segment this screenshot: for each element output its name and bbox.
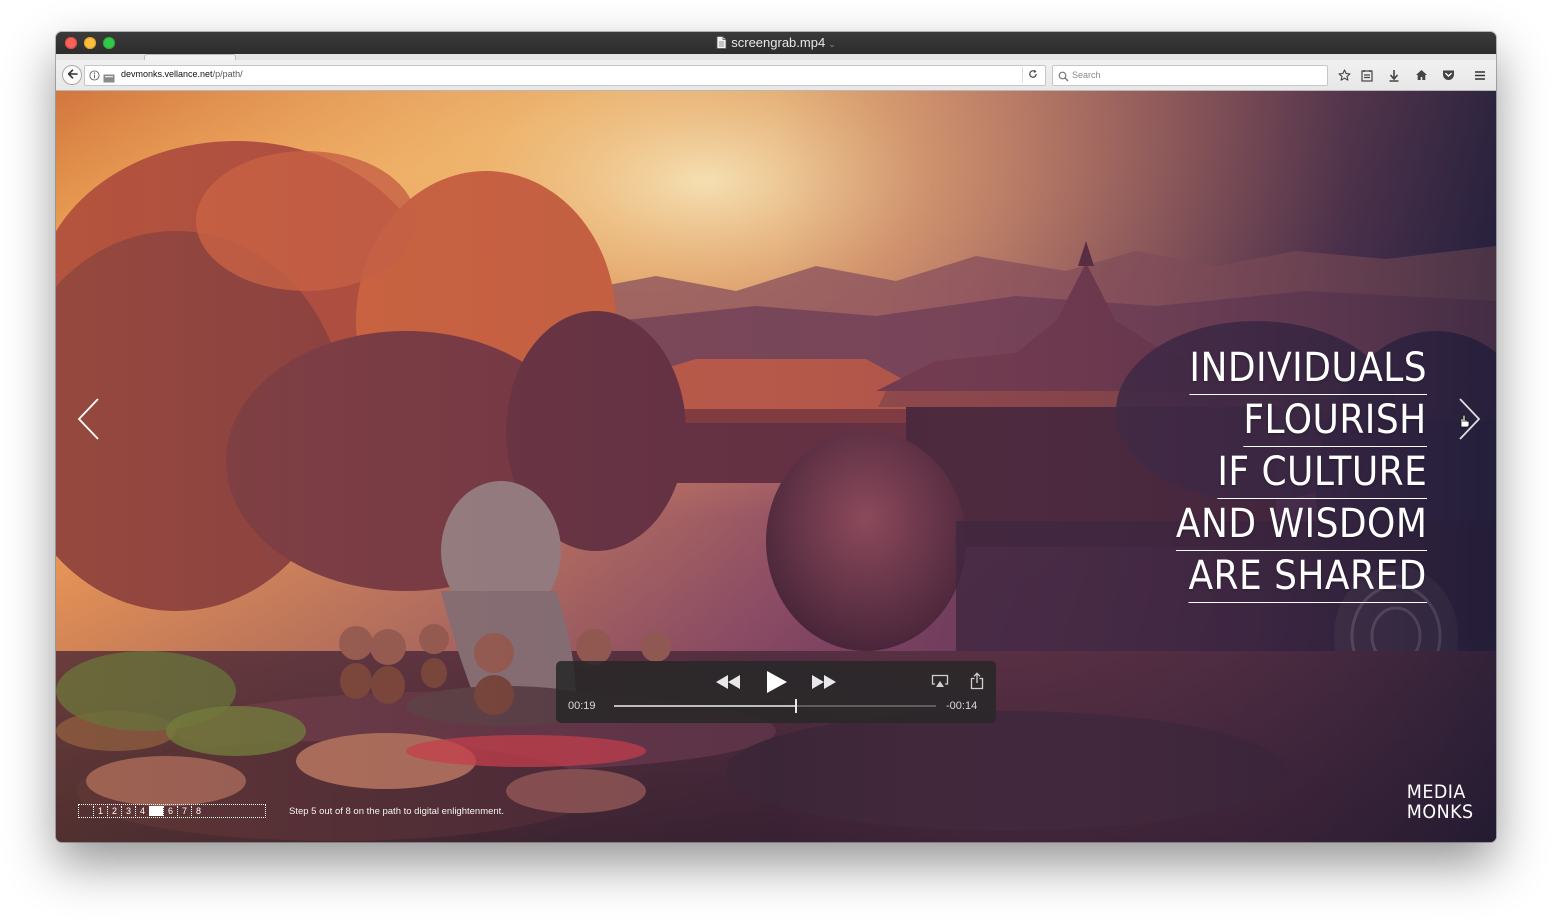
download-icon[interactable] bbox=[1386, 67, 1402, 83]
pager-item[interactable]: 7 bbox=[177, 806, 191, 816]
search-placeholder: Search bbox=[1072, 70, 1101, 80]
window-title-text: screengrab.mp4 bbox=[731, 35, 826, 50]
home-icon[interactable] bbox=[1413, 67, 1429, 83]
step-caption: Step 5 out of 8 on the path to digital e… bbox=[289, 806, 504, 817]
search-bar[interactable]: Search bbox=[1052, 65, 1328, 86]
share-button[interactable] bbox=[968, 671, 986, 695]
back-button[interactable] bbox=[62, 65, 82, 85]
menu-icon[interactable] bbox=[1472, 67, 1488, 83]
reload-button[interactable] bbox=[1022, 67, 1043, 83]
logo-line-1: MEDIA bbox=[1407, 781, 1467, 803]
url-host: devmonks.vellance.net bbox=[121, 69, 213, 79]
reload-icon bbox=[1028, 66, 1038, 84]
fast-forward-icon bbox=[811, 674, 837, 695]
headline-line: INDIVIDUALS bbox=[1189, 343, 1427, 395]
chevron-down-icon[interactable]: ⌄ bbox=[828, 39, 836, 49]
pager-item[interactable]: 6 bbox=[163, 806, 177, 816]
hand-cursor-icon bbox=[1458, 414, 1470, 433]
scrubber[interactable] bbox=[614, 699, 936, 713]
scrubber-thumb[interactable] bbox=[794, 699, 797, 713]
headline-line: FLOURISH bbox=[1243, 395, 1427, 447]
logo-line-2: MONKS bbox=[1407, 801, 1474, 823]
browser-window: screengrab.mp4 ⌄ devmonks.vellance.net/p/… bbox=[56, 32, 1496, 842]
scrubber-progress bbox=[614, 705, 796, 707]
previous-slide-arrow[interactable] bbox=[76, 397, 104, 441]
reading-list-icon[interactable] bbox=[1359, 67, 1375, 83]
fast-forward-button[interactable] bbox=[810, 673, 838, 695]
headline-line: ARE SHARED bbox=[1188, 551, 1427, 603]
pager-item[interactable]: 4 bbox=[135, 806, 149, 816]
pager-item[interactable]: 3 bbox=[121, 806, 135, 816]
bookmark-star-icon[interactable] bbox=[1336, 67, 1352, 83]
title-bar: screengrab.mp4 ⌄ bbox=[56, 32, 1496, 54]
pager-item[interactable]: 1 bbox=[93, 806, 107, 816]
back-arrow-icon bbox=[67, 66, 78, 84]
url-path: /p/path/ bbox=[212, 69, 243, 79]
play-button[interactable] bbox=[764, 670, 790, 698]
elapsed-time: 00:19 bbox=[568, 700, 596, 712]
headline: INDIVIDUALS FLOURISH IF CULTURE AND WISD… bbox=[1148, 343, 1427, 603]
page-icon bbox=[103, 70, 115, 88]
mediamonks-logo[interactable]: MEDIA MONKS bbox=[1407, 782, 1474, 822]
airplay-button[interactable] bbox=[930, 674, 950, 693]
airplay-icon bbox=[931, 674, 949, 693]
video-player-controls: 00:19 -00:14 bbox=[556, 661, 996, 723]
pocket-icon[interactable] bbox=[1440, 67, 1456, 83]
url-text[interactable]: devmonks.vellance.net/p/path/ bbox=[121, 69, 243, 79]
pager-item[interactable]: 5 bbox=[149, 806, 163, 816]
info-icon[interactable] bbox=[89, 68, 100, 86]
search-icon bbox=[1058, 69, 1069, 87]
address-bar[interactable]: devmonks.vellance.net/p/path/ bbox=[84, 65, 1046, 86]
document-icon bbox=[716, 36, 727, 53]
play-icon bbox=[765, 670, 789, 699]
window-title: screengrab.mp4 ⌄ bbox=[56, 35, 1496, 53]
rewind-icon bbox=[715, 674, 741, 695]
remaining-time: -00:14 bbox=[946, 700, 978, 712]
page-content: INDIVIDUALS FLOURISH IF CULTURE AND WISD… bbox=[56, 91, 1496, 842]
navigation-toolbar: devmonks.vellance.net/p/path/ Search bbox=[56, 60, 1496, 91]
headline-line: AND WISDOM bbox=[1175, 499, 1427, 551]
headline-line: IF CULTURE bbox=[1217, 447, 1427, 499]
share-icon bbox=[970, 671, 984, 695]
step-pager: 12345678 bbox=[78, 804, 266, 818]
pager-item[interactable]: 2 bbox=[107, 806, 121, 816]
pager-item[interactable]: 8 bbox=[191, 806, 205, 816]
rewind-button[interactable] bbox=[714, 673, 742, 695]
